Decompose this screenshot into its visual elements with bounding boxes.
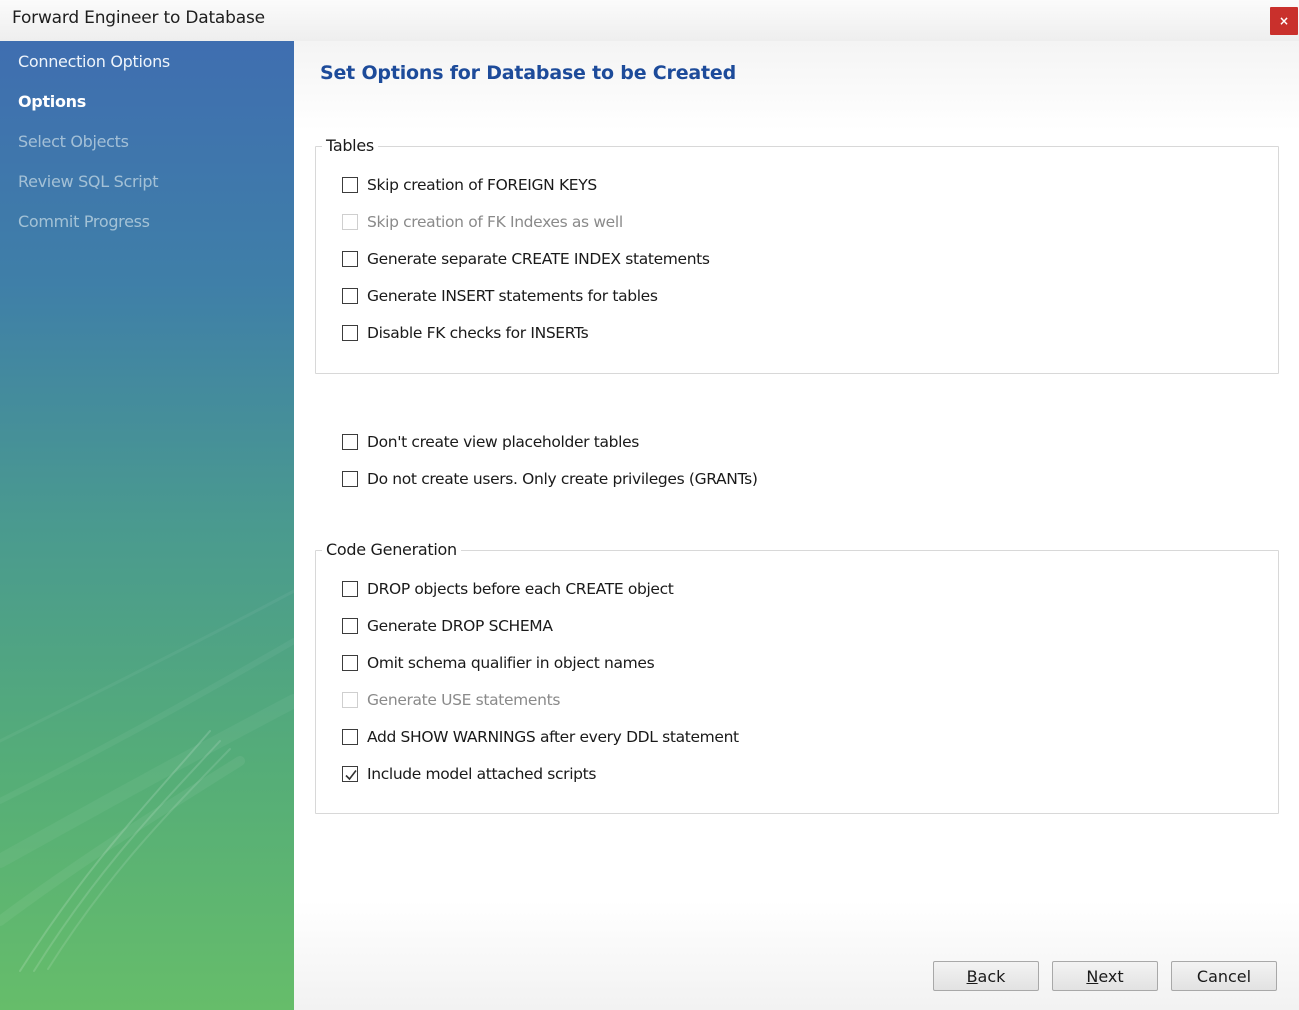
checkbox-no-create-users[interactable]: Do not create users. Only create privile… [342,469,758,489]
checkbox-label: Skip creation of FOREIGN KEYS [367,176,597,194]
back-label: ack [977,966,1006,986]
checkbox-label: Generate INSERT statements for tables [367,287,658,305]
checkbox-box[interactable] [342,618,358,634]
checkbox-separate-create-index[interactable]: Generate separate CREATE INDEX statement… [342,249,710,269]
checkbox-box[interactable] [342,471,358,487]
checkbox-label: Add SHOW WARNINGS after every DDL statem… [367,728,739,746]
checkbox-box[interactable] [342,655,358,671]
checkbox-label: Include model attached scripts [367,765,597,783]
code-generation-group-label: Code Generation [322,540,461,559]
page-title: Set Options for Database to be Created [320,62,736,84]
checkbox-box[interactable] [342,251,358,267]
checkbox-box [342,214,358,230]
next-mnemonic: N [1086,966,1099,986]
checkbox-box[interactable] [342,325,358,341]
close-button[interactable]: × [1270,7,1298,35]
checkbox-label: DROP objects before each CREATE object [367,580,674,598]
window-title: Forward Engineer to Database [12,8,265,28]
back-button[interactable]: Back [933,961,1039,991]
checkbox-include-model-scripts[interactable]: Include model attached scripts [342,764,596,784]
checkbox-show-warnings[interactable]: Add SHOW WARNINGS after every DDL statem… [342,727,739,747]
checkbox-drop-schema[interactable]: Generate DROP SCHEMA [342,616,553,636]
tables-group-label: Tables [322,136,378,155]
next-button[interactable]: Next [1052,961,1158,991]
checkbox-label: Generate DROP SCHEMA [367,617,553,635]
checkbox-omit-schema-qualifier[interactable]: Omit schema qualifier in object names [342,653,655,673]
sidebar-item-review-sql-script: Review SQL Script [18,172,159,191]
checkbox-box [342,692,358,708]
main-panel: Set Options for Database to be Created T… [294,41,1299,1010]
checkbox-label: Do not create users. Only create privile… [367,470,758,488]
close-icon: × [1278,14,1290,28]
checkbox-box[interactable] [342,729,358,745]
checkbox-skip-fk-indexes: Skip creation of FK Indexes as well [342,212,623,232]
sidebar-item-commit-progress: Commit Progress [18,212,150,231]
checkbox-box[interactable] [342,177,358,193]
checkbox-box[interactable] [342,288,358,304]
title-bar: Forward Engineer to Database × [0,0,1299,42]
checkbox-box[interactable] [342,434,358,450]
next-label: ext [1098,966,1124,986]
checkbox-label: Skip creation of FK Indexes as well [367,213,623,231]
cancel-button[interactable]: Cancel [1171,961,1277,991]
sidebar-item-connection-options: Connection Options [18,52,170,71]
checkbox-drop-before-create[interactable]: DROP objects before each CREATE object [342,579,674,599]
back-mnemonic: B [966,966,978,986]
checkbox-label: Generate separate CREATE INDEX statement… [367,250,710,268]
sidebar-item-select-objects: Select Objects [18,132,129,151]
sidebar-item-options: Options [18,92,86,111]
checkbox-disable-fk-checks[interactable]: Disable FK checks for INSERTs [342,323,589,343]
checkbox-label: Generate USE statements [367,691,561,709]
wizard-sidebar: Connection Options Options Select Object… [0,41,294,1010]
checkbox-box[interactable] [342,766,358,782]
checkbox-generate-insert[interactable]: Generate INSERT statements for tables [342,286,658,306]
checkmark-icon [345,770,357,781]
checkbox-box[interactable] [342,581,358,597]
checkbox-label: Disable FK checks for INSERTs [367,324,589,342]
checkbox-generate-use: Generate USE statements [342,690,560,710]
checkbox-skip-foreign-keys[interactable]: Skip creation of FOREIGN KEYS [342,175,597,195]
checkbox-label: Don't create view placeholder tables [367,433,639,451]
cancel-label: Cancel [1196,966,1252,986]
checkbox-label: Omit schema qualifier in object names [367,654,655,672]
checkbox-no-view-placeholder[interactable]: Don't create view placeholder tables [342,432,639,452]
